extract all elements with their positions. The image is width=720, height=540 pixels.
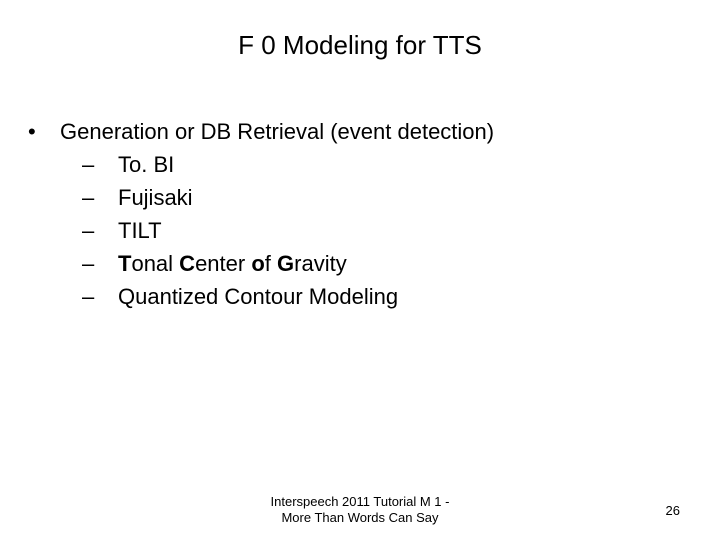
page-number: 26 <box>666 503 680 518</box>
sub-item-qcm: –Quantized Contour Modeling <box>100 280 684 313</box>
sub-item-text: Tonal Center of Gravity <box>118 251 347 276</box>
slide-body: •Generation or DB Retrieval (event detec… <box>36 115 684 313</box>
bold-letter: T <box>118 251 131 276</box>
dash-icon: – <box>100 247 118 280</box>
text-frag: ravity <box>294 251 347 276</box>
footer-line-1: Interspeech 2011 Tutorial M 1 - <box>271 494 450 510</box>
bold-letter: o <box>251 251 264 276</box>
footer-line-2: More Than Words Can Say <box>271 510 450 526</box>
dash-icon: – <box>100 280 118 313</box>
text-frag: enter <box>195 251 251 276</box>
dash-icon: – <box>100 181 118 214</box>
sub-item-tobi: –To. BI <box>100 148 684 181</box>
slide-title: F 0 Modeling for TTS <box>36 30 684 61</box>
text-frag: onal <box>131 251 179 276</box>
footer-text: Interspeech 2011 Tutorial M 1 - More Tha… <box>271 494 450 527</box>
slide: F 0 Modeling for TTS •Generation or DB R… <box>0 0 720 540</box>
sub-item-text: To. BI <box>118 152 174 177</box>
text-frag: f <box>265 251 277 276</box>
dash-icon: – <box>100 214 118 247</box>
bullet-main: •Generation or DB Retrieval (event detec… <box>44 115 684 148</box>
bold-letter: C <box>179 251 195 276</box>
sub-item-text: Fujisaki <box>118 185 193 210</box>
sub-item-fujisaki: –Fujisaki <box>100 181 684 214</box>
sub-item-tilt: –TILT <box>100 214 684 247</box>
bullet-dot-icon: • <box>44 115 60 148</box>
bold-letter: G <box>277 251 294 276</box>
sub-item-text: TILT <box>118 218 162 243</box>
sub-item-tcog: –Tonal Center of Gravity <box>100 247 684 280</box>
dash-icon: – <box>100 148 118 181</box>
bullet-main-text: Generation or DB Retrieval (event detect… <box>60 119 494 144</box>
footer: Interspeech 2011 Tutorial M 1 - More Tha… <box>0 494 720 527</box>
sub-item-text: Quantized Contour Modeling <box>118 284 398 309</box>
